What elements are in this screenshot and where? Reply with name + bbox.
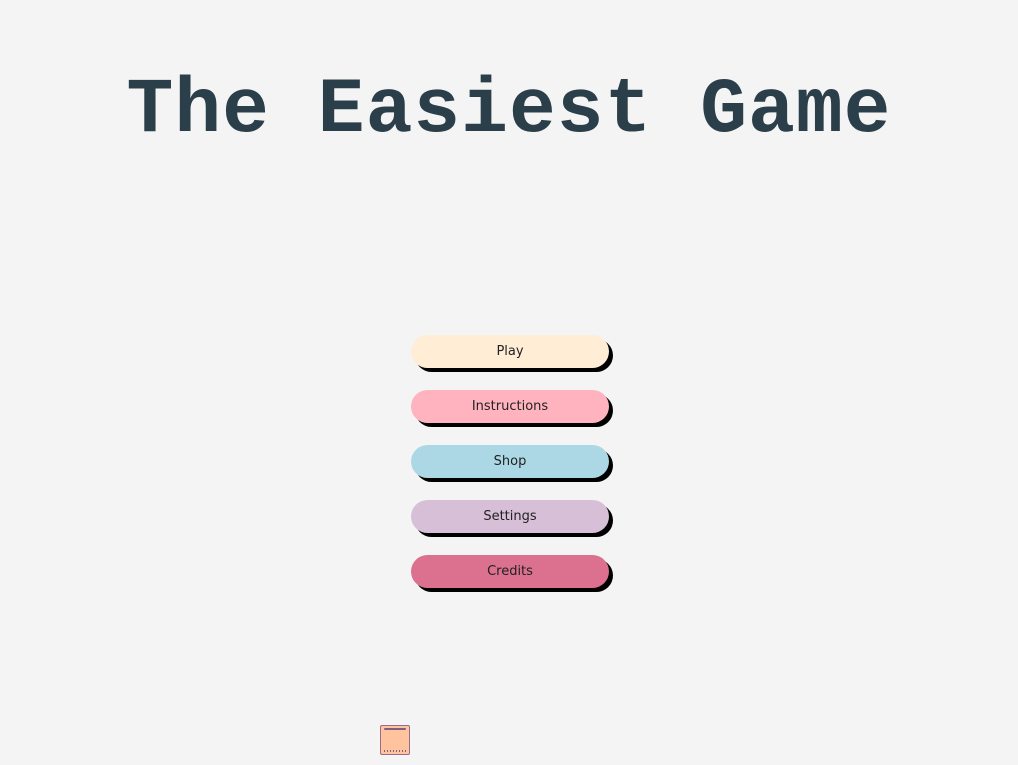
player-block-bottom-stripe [384, 750, 406, 752]
play-button[interactable]: Play [411, 335, 609, 368]
settings-button[interactable]: Settings [411, 500, 609, 533]
shop-button[interactable]: Shop [411, 445, 609, 478]
game-title: The Easiest Game [126, 67, 892, 155]
player-block-icon [380, 725, 410, 755]
instructions-button[interactable]: Instructions [411, 390, 609, 423]
player-block-top-stripe [384, 728, 406, 730]
main-menu: Play Instructions Shop Settings Credits [411, 335, 613, 610]
credits-button[interactable]: Credits [411, 555, 609, 588]
